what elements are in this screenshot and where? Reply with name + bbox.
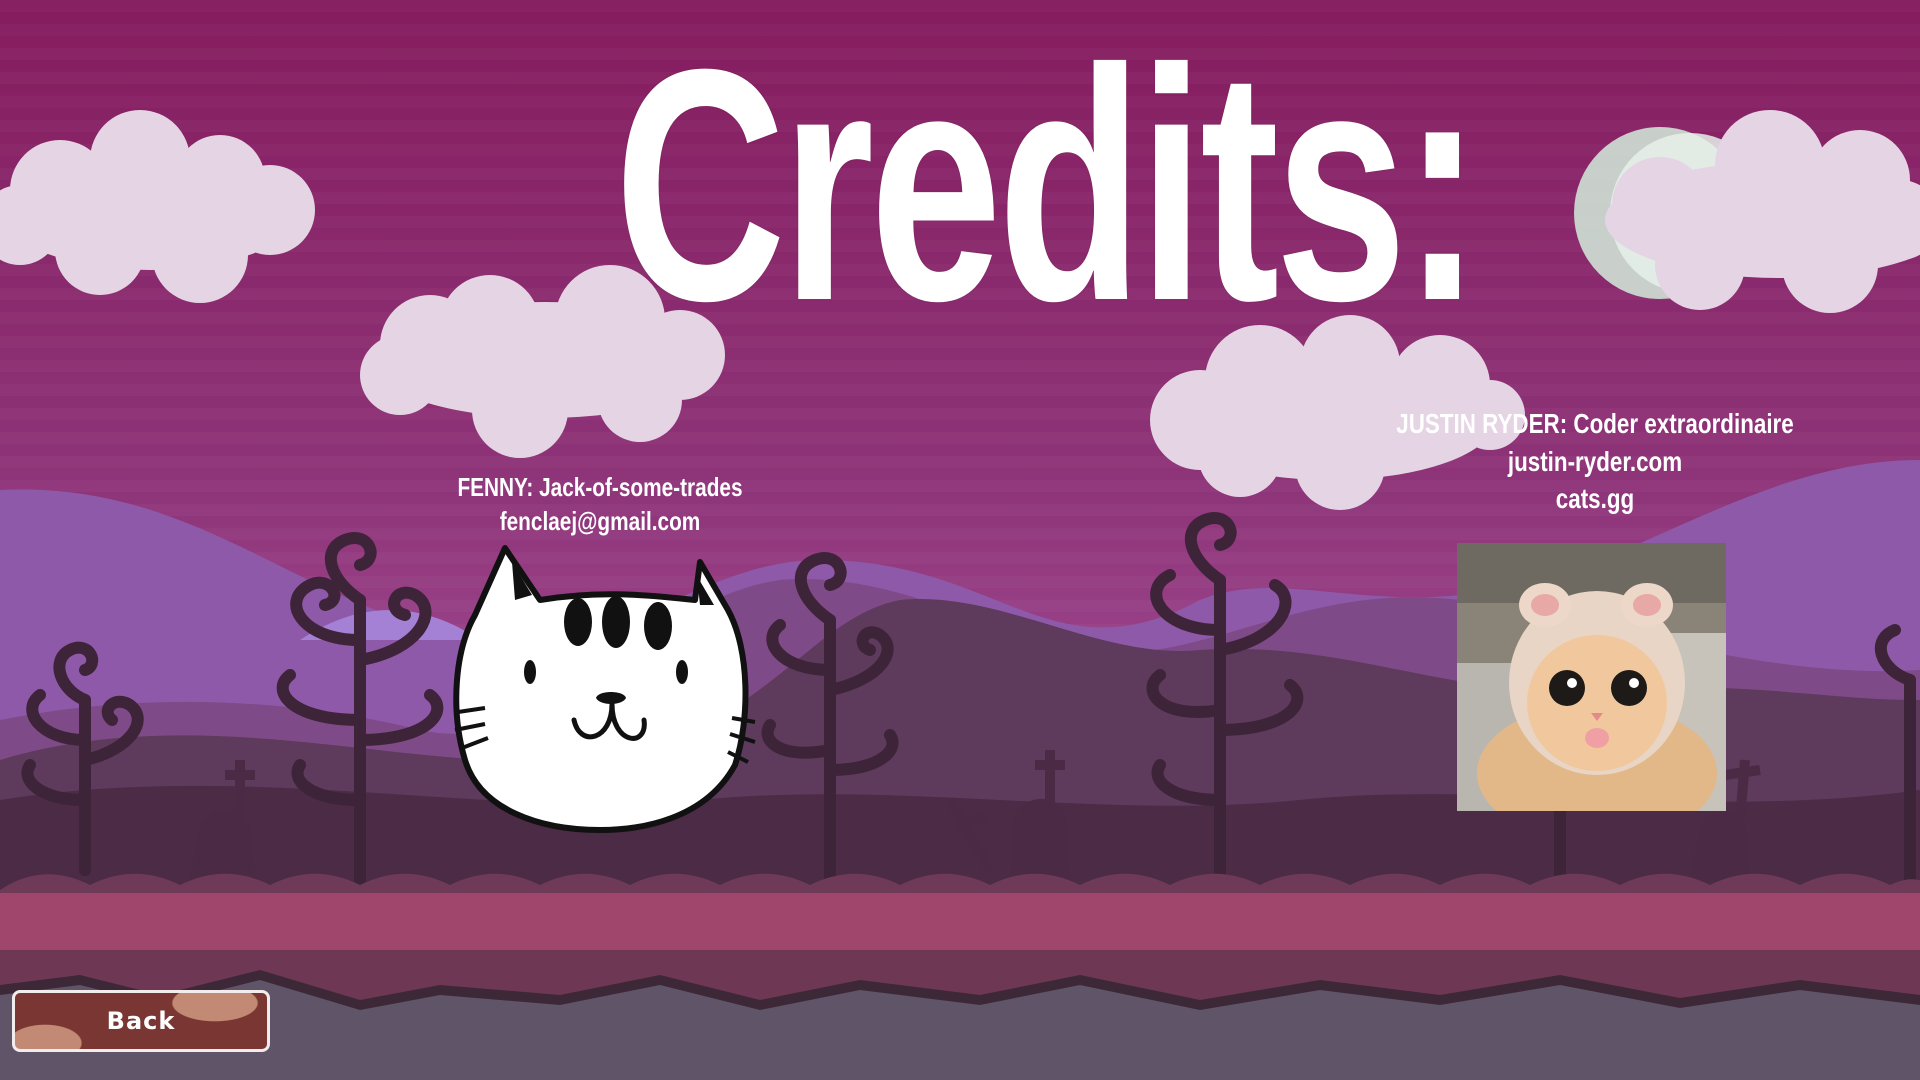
credit-fenny-email: fenclaej@gmail.com — [499, 506, 701, 536]
credit-justin-website: justin-ryder.com — [1507, 446, 1683, 477]
credit-justin-extra: cats.gg — [1555, 483, 1635, 514]
page-title: Credits: — [614, 0, 1481, 369]
credit-justin-role: JUSTIN RYDER: Coder extraordinaire — [1396, 408, 1794, 439]
credit-fenny-role: FENNY: Jack-of-some-trades — [457, 472, 743, 502]
cat-photo — [1457, 543, 1726, 811]
back-button[interactable]: Back — [12, 990, 270, 1052]
back-button-label: Back — [106, 1007, 176, 1035]
